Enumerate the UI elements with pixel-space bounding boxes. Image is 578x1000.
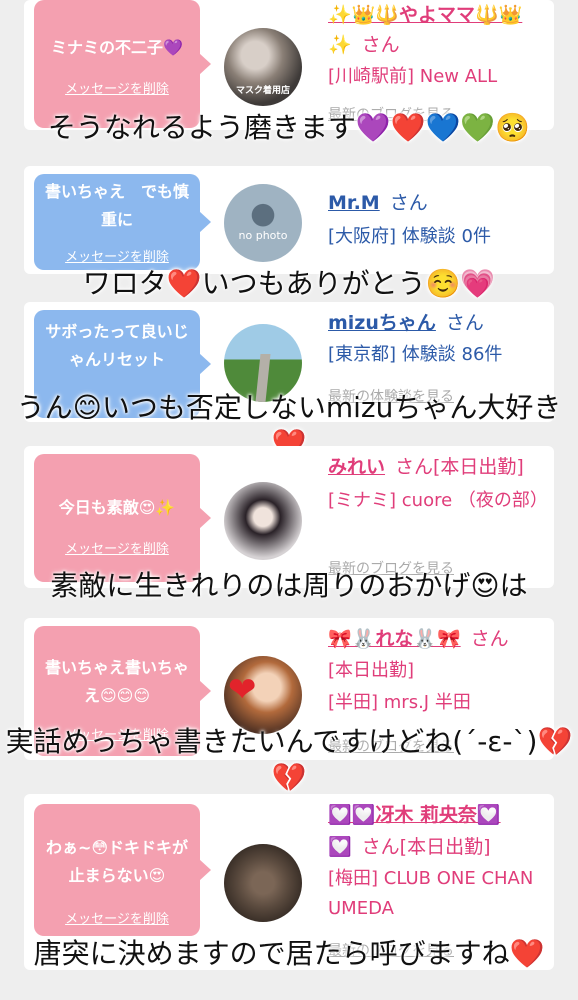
user-name-text[interactable]: mizuちゃん [328,312,436,334]
status-suffix: さん[本日出勤] [361,836,491,858]
avatar[interactable]: マスク着用店 [224,28,302,106]
user-name: Mr.M さん [328,188,428,218]
message-card: 書いちゃえ でも慎重に メッセージを削除 no photo Mr.M さん [大阪… [24,166,554,274]
message-text: 書いちゃえ書いちゃえ😊😊😊 [44,658,189,705]
message-bubble: 今日も素敵😍✨ メッセージを削除 [34,454,211,582]
avatar[interactable]: ❤ [224,656,302,734]
overlay-caption: そうなれるよう磨きます💜❤️💙💚🥺 [47,111,531,144]
user-name-text[interactable]: ✨👑🔱やよママ🔱👑 [328,4,522,26]
user-name-text[interactable]: みれい [328,456,385,478]
overlay-caption: ワロタ❤️いつもありがとう☺️💗 [82,267,496,300]
shop-area[interactable]: [ミナミ] cuore （夜の部） [328,486,548,516]
message-text: 今日も素敵😍✨ [58,498,176,517]
user-name-text-2[interactable]: 💟 [328,836,352,858]
message-bubble: わぁ~😳ドキドキが止まらない😍 メッセージを削除 [34,804,211,936]
message-text: 書いちゃえ でも慎重に [44,182,189,229]
avatar[interactable] [224,482,302,560]
delete-message-link[interactable]: メッセージを削除 [34,78,200,97]
user-name-text[interactable]: 🎀🐰れな🐰🎀 [328,628,461,650]
overlay-caption: 素敵に生きれりのは周りのおかげ😍は [50,569,528,602]
overlay-caption: 唐突に決めますので居たら呼びますね❤️ [33,937,545,970]
san-suffix: さん [389,192,428,214]
avatar-caption: no photo [238,229,288,242]
message-bubble: 書いちゃえ でも慎重に メッセージを削除 [34,174,211,270]
user-name-line2: 💟 さん[本日出勤] [328,832,491,862]
message-text: サボったって良いじゃんリセット [45,322,189,369]
avatar-caption: マスク着用店 [235,86,290,96]
user-name-text[interactable]: Mr.M [328,192,380,214]
delete-message-link[interactable]: メッセージを削除 [34,908,200,927]
status: [本日出勤] [328,660,415,681]
user-name: mizuちゃん さん [328,308,484,338]
user-name: 💟💟冴木 莉央奈💟 [328,800,501,830]
shop-area[interactable]: [東京都] 体験談 86件 [328,340,543,370]
shop-area[interactable]: [川崎駅前] New ALL [328,62,543,92]
shop-area[interactable]: [梅田] CLUB ONE CHAN UMEDA [328,864,543,924]
user-name-line2: ✨ さん [328,30,400,60]
user-name: みれい さん[本日出勤] [328,452,524,482]
san-suffix: さん [470,628,509,650]
avatar[interactable]: no photo [224,184,302,262]
heart-icon: ❤ [228,670,257,710]
user-name: 🎀🐰れな🐰🎀 さん [328,624,509,654]
message-text: ミナミの不二子💜 [51,38,183,57]
san-suffix: さん [361,34,400,56]
delete-message-link[interactable]: メッセージを削除 [34,538,200,557]
user-name-text-2[interactable]: ✨ [328,34,352,56]
delete-message-link[interactable]: メッセージを削除 [34,246,200,265]
shop-area[interactable]: [大阪府] 体験談 0件 [328,222,543,252]
san-suffix: さん [445,312,484,334]
user-name-text[interactable]: 💟💟冴木 莉央奈💟 [328,804,501,826]
message-text: わぁ~😳ドキドキが止まらない😍 [45,838,189,885]
overlay-caption: 実話めっちゃ書きたいんですけどね(´-ε-`)💔💔 [5,725,573,794]
shop-area[interactable]: [半田] mrs.J 半田 [328,688,543,718]
message-card: 今日も素敵😍✨ メッセージを削除 みれい さん[本日出勤] [ミナミ] cuore… [24,446,554,588]
status-suffix: さん[本日出勤] [395,456,524,478]
avatar[interactable] [224,844,302,922]
user-name[interactable]: ✨👑🔱やよママ🔱👑 [328,0,522,30]
message-bubble: ミナミの不二子💜 メッセージを削除 [34,0,211,128]
